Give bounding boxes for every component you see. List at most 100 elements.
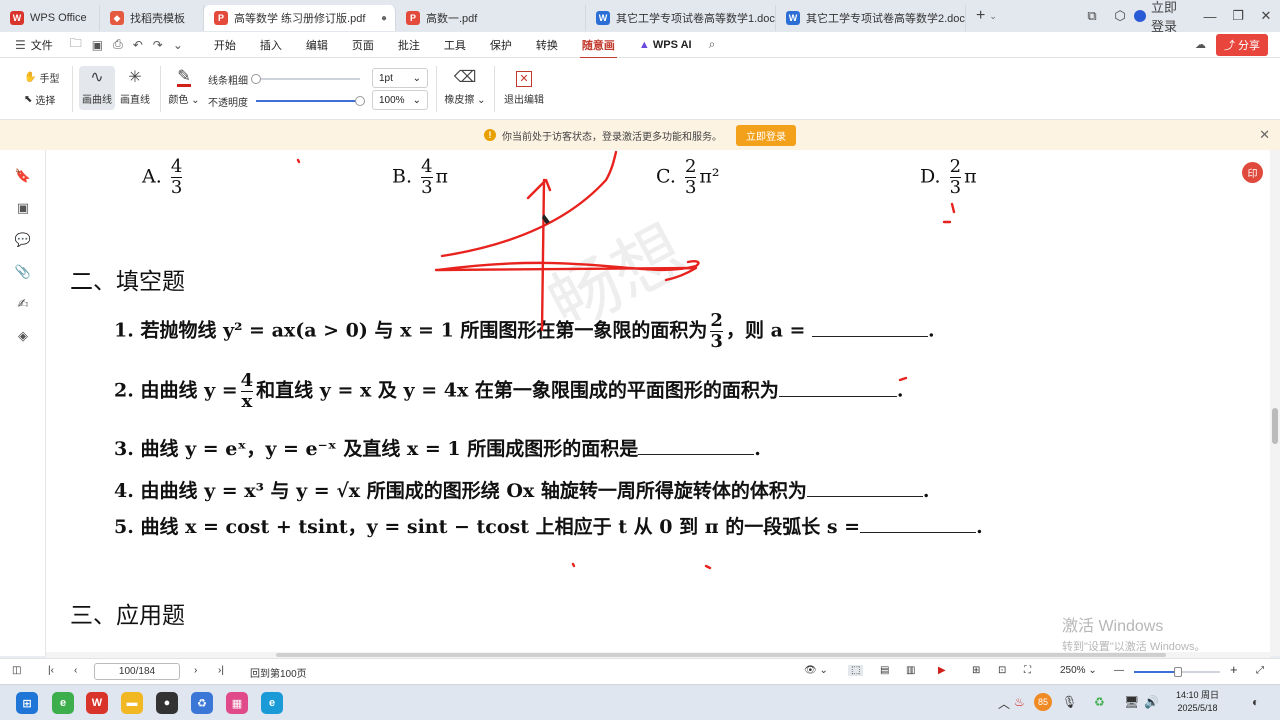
menu-edit[interactable]: 编辑 — [294, 37, 340, 53]
chevron-down-icon[interactable]: ⌄ — [989, 11, 997, 22]
app-grid-icon[interactable]: ▦ — [226, 692, 248, 714]
signature-icon[interactable]: ✍ — [14, 296, 32, 314]
fullscreen-icon[interactable]: ⛶ — [1024, 665, 1031, 676]
tray-app-icon[interactable]: ♨ — [1014, 695, 1025, 709]
network-icon[interactable]: 🖥 — [1124, 695, 1139, 709]
window-tile-icon[interactable]: ⧉ — [1078, 8, 1106, 24]
volume-icon[interactable]: 🔊 — [1144, 695, 1159, 709]
system-clock[interactable]: 14:10 周日 2025/5/18 — [1176, 689, 1219, 715]
fit-width-icon[interactable]: ⊞ — [972, 665, 980, 676]
zoom-slider[interactable] — [1134, 667, 1220, 677]
comment-icon[interactable]: 💬 — [14, 232, 32, 250]
layers-icon[interactable]: ◈ — [14, 328, 32, 346]
close-window-icon[interactable]: ✕ — [1252, 8, 1280, 24]
menu-start[interactable]: 开始 — [202, 37, 248, 53]
restore-icon[interactable]: ❐ — [1224, 8, 1252, 24]
menu-annotate[interactable]: 批注 — [386, 37, 432, 53]
new-tab-icon[interactable]: + — [976, 7, 985, 25]
tab-pdf-active[interactable]: P 高等数学 练习册修订版.pdf ● — [204, 5, 396, 31]
first-page-icon[interactable]: |‹ — [48, 665, 54, 676]
prev-page-icon[interactable]: ‹ — [74, 665, 77, 676]
tab-doc-2[interactable]: W 其它工学专项试卷高等数学2.doc — [776, 5, 966, 31]
microphone-icon[interactable]: 🎙 — [1062, 695, 1077, 709]
color-picker[interactable]: ✎ 颜色 ⌄ — [168, 66, 200, 110]
recycle-bin-icon[interactable]: ♻ — [191, 692, 213, 714]
save-icon[interactable]: ▣ — [87, 38, 108, 52]
bookmark-icon[interactable]: 🔖 — [14, 168, 32, 186]
zoom-in-icon[interactable]: + — [1230, 662, 1238, 677]
wps-taskbar-icon[interactable]: W — [86, 692, 108, 714]
stroke-width-slider[interactable] — [251, 74, 360, 84]
expand-icon[interactable]: ⤢ — [1256, 665, 1264, 676]
windows-start-icon[interactable]: ⊞ — [16, 692, 38, 714]
notification-icon[interactable]: ◐ — [1252, 695, 1259, 709]
login-link[interactable]: 立即登录 — [1134, 0, 1178, 35]
next-page-icon[interactable]: › — [194, 665, 197, 676]
print-icon[interactable]: ⎙ — [108, 37, 128, 52]
menu-convert[interactable]: 转换 — [524, 37, 570, 53]
browser-360-icon[interactable]: e — [52, 692, 74, 714]
folder-icon[interactable]: 🗀 — [65, 34, 87, 55]
tab-close-icon[interactable]: ● — [381, 13, 387, 24]
tab-pdf-2[interactable]: P 高数一.pdf — [396, 5, 586, 31]
cube-icon[interactable]: ⬡ — [1106, 8, 1134, 24]
opacity-slider[interactable] — [256, 96, 365, 106]
fit-page-icon[interactable]: ⊡ — [998, 665, 1006, 676]
two-page-icon[interactable]: ▥ — [906, 665, 915, 676]
zoom-out-icon[interactable]: — — [1114, 665, 1124, 676]
file-explorer-icon[interactable]: ▬ — [121, 692, 143, 714]
opacity-value: 100% — [379, 94, 405, 106]
tab-label: 高数一.pdf — [426, 13, 478, 25]
share-button[interactable]: ⤴ 分享 — [1215, 33, 1268, 56]
tray-green-icon[interactable]: ♻ — [1094, 695, 1105, 709]
notice-close-icon[interactable]: ✕ — [1259, 127, 1270, 143]
attachment-icon[interactable]: 📎 — [14, 264, 32, 282]
opacity-select[interactable]: 100% ⌄ — [372, 90, 428, 110]
redo-icon[interactable]: ↷ — [148, 38, 168, 52]
draw-curve-button[interactable]: ∿ 画曲线 — [79, 66, 115, 110]
vertical-scrollbar[interactable] — [1270, 150, 1280, 656]
exit-edit-button[interactable]: ✕ 退出编辑 — [502, 66, 546, 110]
menu-insert[interactable]: 插入 — [248, 37, 294, 53]
obs-icon[interactable]: ● — [156, 692, 178, 714]
back-to-page-link[interactable]: 回到第100页 — [250, 665, 307, 680]
menu-wps-ai[interactable]: ▲ WPS AI — [627, 39, 704, 51]
edge-icon[interactable]: e — [261, 692, 283, 714]
tab-template[interactable]: ◆ 找稻壳模板 — [100, 5, 204, 31]
warning-icon: ! — [484, 129, 496, 141]
page-number-input[interactable]: 100/184 — [94, 663, 180, 680]
thumbnail-icon[interactable]: ▣ — [14, 200, 32, 218]
notice-login-button[interactable]: 立即登录 — [736, 124, 796, 146]
search-icon[interactable]: ⌕ — [704, 37, 721, 52]
tab-label: 高等数学 练习册修订版.pdf — [234, 13, 366, 25]
menu-freehand[interactable]: 随意画 — [570, 37, 627, 59]
draw-curve-label: 画曲线 — [82, 95, 112, 106]
single-page-icon[interactable]: ⬚ — [848, 665, 864, 676]
minimize-icon[interactable]: — — [1196, 9, 1224, 24]
tray-chevron-icon[interactable]: ︿ — [998, 695, 1010, 712]
select-tool[interactable]: ⬉ 选择 — [24, 92, 55, 107]
ai-label: WPS AI — [652, 38, 692, 51]
tab-doc-1[interactable]: W 其它工学专项试卷高等数学1.doc — [586, 5, 776, 31]
eye-icon[interactable]: 👁 ⌄ — [804, 665, 828, 676]
freehand-ink-layer[interactable] — [46, 150, 1270, 656]
menu-file[interactable]: 文件 — [31, 37, 65, 53]
continuous-page-icon[interactable]: ▤ — [880, 665, 889, 676]
sidebar-toggle-icon[interactable]: ◫ — [12, 665, 21, 676]
undo-icon[interactable]: ↶ — [128, 38, 148, 52]
menu-page[interactable]: 页面 — [340, 37, 386, 53]
eraser-button[interactable]: ⌫ 橡皮擦 ⌄ — [444, 66, 486, 110]
menu-protect[interactable]: 保护 — [478, 37, 524, 53]
tray-badge[interactable]: 85 — [1034, 693, 1052, 711]
zoom-select[interactable]: 250% ⌄ — [1060, 665, 1097, 676]
play-icon[interactable]: ▶ — [938, 665, 946, 676]
last-page-icon[interactable]: ›| — [218, 665, 224, 676]
draw-line-button[interactable]: ✳ 画直线 — [117, 66, 153, 110]
stroke-width-select[interactable]: 1pt ⌄ — [372, 68, 428, 88]
hamburger-icon[interactable]: ☰ — [10, 38, 31, 52]
cloud-upload-icon[interactable]: ☁ — [1195, 38, 1206, 51]
tab-wps-office[interactable]: W WPS Office — [0, 5, 100, 31]
hand-tool[interactable]: ✋ 手型 — [24, 70, 59, 85]
more-chevron-icon[interactable]: ⌄ — [168, 38, 188, 52]
menu-tools[interactable]: 工具 — [432, 37, 478, 53]
